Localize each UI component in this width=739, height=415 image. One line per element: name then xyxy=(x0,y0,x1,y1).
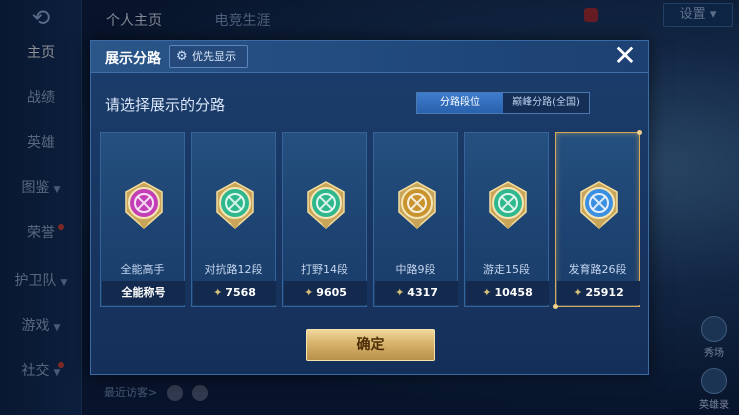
lane-card-stat-value: 7568 xyxy=(225,286,256,299)
priority-display-label: 优先显示 xyxy=(192,50,236,63)
lane-card-stat: 全能称号 xyxy=(102,281,185,305)
lane-card[interactable]: 发育路26段 ✦ 25912 xyxy=(553,130,642,309)
close-icon[interactable]: ✕ xyxy=(611,42,639,71)
lane-display-modal: 展示分路 ⚙ 优先显示 ✕ 请选择展示的分路 分路段位 巅峰分路(全国) 全能高… xyxy=(90,40,649,375)
modal-subtitle: 请选择展示的分路 xyxy=(105,96,226,114)
lane-card-stat: ✦ 25912 xyxy=(557,281,640,305)
lane-card[interactable]: 中路9段 ✦ 4317 xyxy=(373,132,458,307)
farm-lane-emblem-icon xyxy=(580,181,618,230)
rank-points-icon: ✦ xyxy=(304,286,314,299)
rank-points-icon: ✦ xyxy=(395,286,405,299)
lane-card-label: 中路9段 xyxy=(395,263,436,276)
lane-card-label: 对抗路12段 xyxy=(204,263,263,276)
lane-card[interactable]: 对抗路12段 ✦ 7568 xyxy=(191,132,276,307)
lane-cards: 全能高手 全能称号 对抗路12段 ✦ 7568 打野14段 ✦ 9605 中路9段 ✦ 4317 游走… xyxy=(100,130,643,309)
all-round-emblem-icon xyxy=(125,181,163,230)
mid-lane-emblem-icon xyxy=(398,181,436,230)
rank-points-icon: ✦ xyxy=(482,286,492,299)
lane-card[interactable]: 打野14段 ✦ 9605 xyxy=(282,132,367,307)
jungle-emblem-icon xyxy=(307,181,345,230)
lane-card-stat-value: 9605 xyxy=(316,286,347,299)
clash-lane-emblem-icon xyxy=(216,181,254,230)
lane-card-label: 打野14段 xyxy=(301,263,348,276)
roam-emblem-icon xyxy=(489,181,527,230)
rank-points-icon: ✦ xyxy=(573,286,583,299)
gear-icon: ⚙ xyxy=(176,49,188,64)
lane-card-label: 游走15段 xyxy=(483,263,530,276)
selection-corner-marker xyxy=(637,130,642,135)
tab-peak-lane-national[interactable]: 巅峰分路(全国) xyxy=(503,93,589,113)
rank-points-icon: ✦ xyxy=(213,286,223,299)
rank-type-toggle: 分路段位 巅峰分路(全国) xyxy=(416,92,590,114)
lane-card-stat: ✦ 9605 xyxy=(284,281,367,305)
lane-card-stat: ✦ 4317 xyxy=(375,281,458,305)
modal-header: 展示分路 ⚙ 优先显示 ✕ xyxy=(91,41,648,73)
lane-card-label: 全能高手 xyxy=(120,263,165,276)
priority-display-button[interactable]: ⚙ 优先显示 xyxy=(169,45,248,68)
tab-lane-rank[interactable]: 分路段位 xyxy=(417,93,503,113)
lane-card-stat-value: 4317 xyxy=(407,286,438,299)
lane-card-label: 发育路26段 xyxy=(568,263,627,276)
lane-card-stat-value: 10458 xyxy=(494,286,533,299)
lane-card-stat-value: 25912 xyxy=(585,286,624,299)
lane-card-stat: ✦ 10458 xyxy=(466,281,549,305)
modal-title: 展示分路 xyxy=(105,51,161,67)
lane-card-stat-value: 全能称号 xyxy=(121,286,166,299)
confirm-button[interactable]: 确定 xyxy=(306,329,435,361)
lane-card[interactable]: 游走15段 ✦ 10458 xyxy=(464,132,549,307)
lane-card-stat: ✦ 7568 xyxy=(193,281,276,305)
lane-card[interactable]: 全能高手 全能称号 xyxy=(100,132,185,307)
